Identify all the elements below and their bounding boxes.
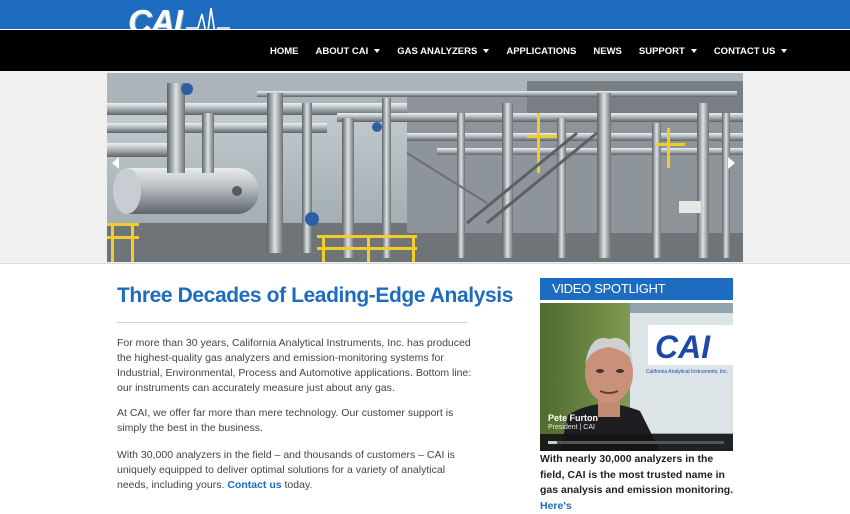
nav-label: APPLICATIONS: [506, 45, 577, 57]
video-player[interactable]: CAI California Analytical Instruments, I…: [540, 303, 733, 451]
nav-about-cai[interactable]: ABOUT CAI: [316, 46, 381, 57]
paragraph-text: today.: [281, 479, 313, 491]
nav-gas-analyzers[interactable]: GAS ANALYZERS: [397, 45, 490, 57]
hero-slider: [0, 71, 850, 264]
contact-us-link[interactable]: Contact us: [227, 479, 281, 491]
caret-down-icon: [374, 49, 381, 53]
caret-down-icon: [483, 49, 490, 53]
hero-image-industrial-plant: [107, 73, 743, 262]
nav-label: ABOUT CAI: [315, 45, 369, 57]
nav-news[interactable]: NEWS: [593, 46, 622, 57]
caret-down-icon: [690, 49, 697, 53]
analyzers-paragraph: With 30,000 analyzers in the field – and…: [117, 448, 472, 493]
nav-support[interactable]: SUPPORT: [639, 46, 697, 57]
nav-label: CONTACT US: [713, 45, 776, 57]
video-spotlight-text: With nearly 30,000 analyzers in the fiel…: [540, 452, 740, 514]
chevron-right-icon[interactable]: [728, 157, 735, 169]
caret-down-icon: [781, 49, 788, 53]
main-navbar: HOME ABOUT CAI GAS ANALYZERS APPLICATION…: [0, 29, 850, 71]
video-person-title: President | CAI: [548, 424, 595, 431]
heres-link[interactable]: Here's: [540, 500, 572, 512]
spotlight-text: With nearly 30,000 analyzers in the fiel…: [540, 453, 734, 496]
page-headline: Three Decades of Leading-Edge Analysis: [117, 284, 513, 307]
video-spotlight-header: VIDEO SPOTLIGHT: [540, 278, 733, 300]
video-person-name: Pete Furton: [548, 413, 599, 423]
nav-home[interactable]: HOME: [270, 46, 299, 57]
nav-label: HOME: [270, 45, 299, 57]
nav-label: GAS ANALYZERS: [397, 45, 478, 57]
sign-logo-text: CAI: [655, 329, 711, 365]
chevron-left-icon[interactable]: [112, 157, 119, 169]
primary-nav: HOME ABOUT CAI GAS ANALYZERS APPLICATION…: [270, 30, 804, 72]
nav-applications[interactable]: APPLICATIONS: [506, 46, 576, 57]
intro-paragraph: For more than 30 years, California Analy…: [117, 337, 472, 394]
nav-label: SUPPORT: [638, 45, 685, 57]
divider: [117, 322, 467, 323]
support-paragraph: At CAI, we offer far more than mere tech…: [117, 407, 454, 434]
video-progress-bar[interactable]: [548, 441, 724, 444]
sign-subtext: California Analytical Instruments, Inc.: [646, 369, 728, 375]
nav-label: NEWS: [593, 45, 622, 57]
nav-contact-us[interactable]: CONTACT US: [714, 46, 788, 57]
video-progress-fill: [548, 441, 557, 444]
